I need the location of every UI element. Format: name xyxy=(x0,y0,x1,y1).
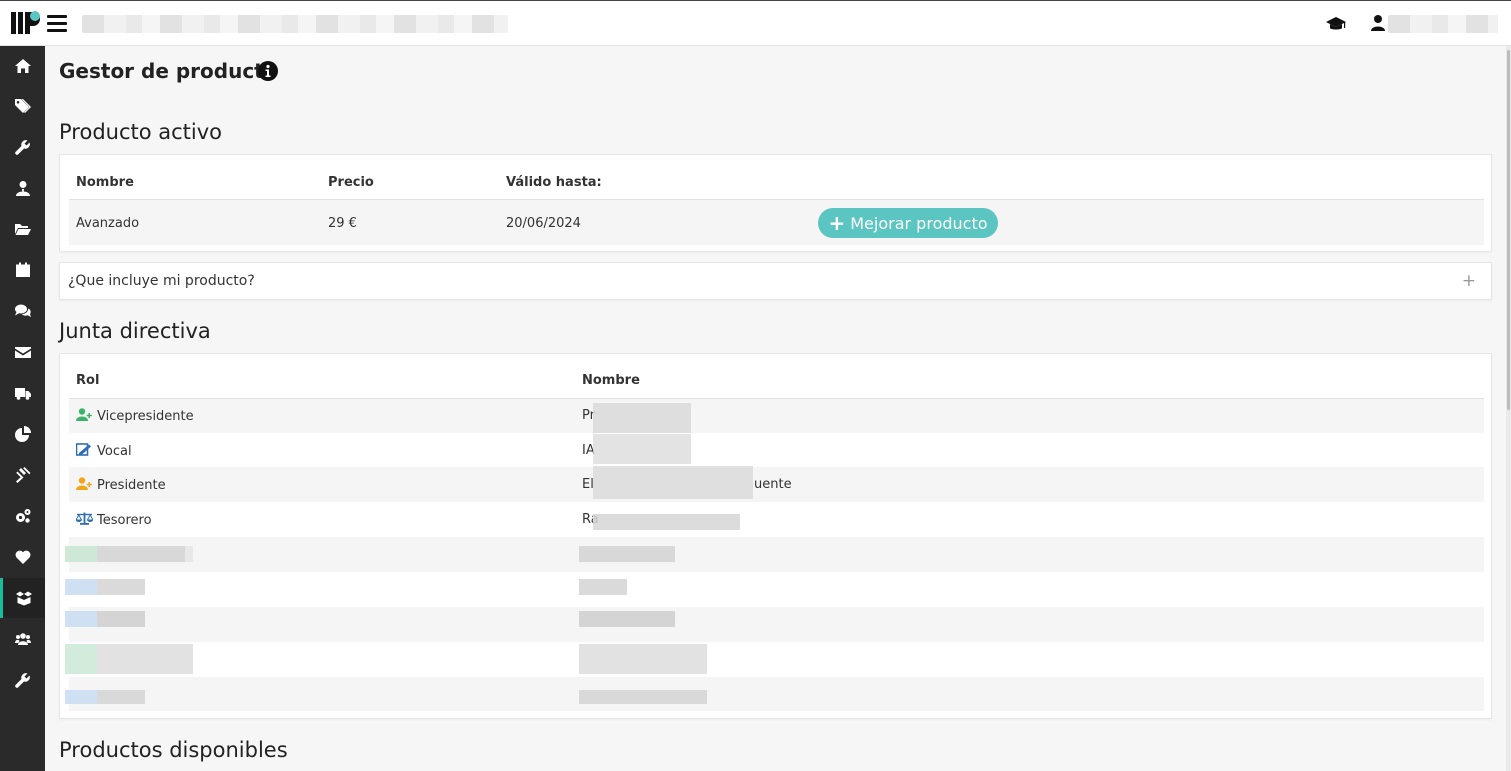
sidebar-item-mail[interactable] xyxy=(0,332,45,372)
upgrade-product-button[interactable]: + Mejorar producto xyxy=(818,208,998,238)
redacted-name xyxy=(593,403,691,433)
envelope-icon xyxy=(14,347,31,358)
sidebar-item-statistics[interactable] xyxy=(0,414,45,454)
user-plus-icon xyxy=(76,408,92,421)
member-name-suffix: uente xyxy=(754,477,792,492)
redacted-name xyxy=(593,434,691,464)
scrollbar-thumb[interactable] xyxy=(1507,50,1510,410)
sidebar-item-maintenance[interactable] xyxy=(0,660,45,700)
product-price: 29 € xyxy=(328,216,357,231)
box-open-icon xyxy=(16,591,32,606)
pie-chart-icon xyxy=(14,426,31,442)
page-title: Gestor de producto xyxy=(59,59,278,83)
sidebar xyxy=(0,46,45,771)
table-row xyxy=(69,502,1484,537)
column-header-precio: Precio xyxy=(328,175,374,190)
role-cell: Tesorero xyxy=(76,512,152,528)
section-title-available-products: Productos disponibles xyxy=(59,738,288,762)
expand-plus-icon[interactable]: + xyxy=(1462,271,1476,291)
table-row xyxy=(69,642,1484,677)
table-row xyxy=(69,199,1484,245)
user-tie-icon xyxy=(15,181,30,196)
table-row xyxy=(69,677,1484,711)
column-header-nombre: Nombre xyxy=(76,175,134,190)
sidebar-item-tools[interactable] xyxy=(0,127,45,167)
user-name-redacted[interactable] xyxy=(1388,15,1498,33)
signature-icon xyxy=(76,443,91,456)
sidebar-item-legal[interactable] xyxy=(0,455,45,495)
role-label: Vocal xyxy=(97,444,132,459)
redacted-name xyxy=(593,466,753,499)
sidebar-item-tags[interactable] xyxy=(0,86,45,126)
sidebar-item-products[interactable] xyxy=(0,578,45,618)
redacted-role xyxy=(65,644,193,674)
role-cell: Vicepresidente xyxy=(76,408,194,424)
graduation-cap-icon[interactable] xyxy=(1326,16,1346,32)
wrench-icon xyxy=(14,140,30,155)
top-header xyxy=(0,0,1511,46)
info-icon[interactable] xyxy=(258,61,278,81)
section-title-active-product: Producto activo xyxy=(59,120,223,144)
home-icon xyxy=(14,59,31,73)
product-valid-until: 20/06/2024 xyxy=(506,216,581,231)
comments-icon xyxy=(14,304,31,317)
truck-icon xyxy=(14,388,31,400)
sidebar-item-calendar[interactable] xyxy=(0,250,45,290)
product-includes-accordion[interactable]: ¿Que incluye mi producto? + xyxy=(59,262,1492,300)
redacted-name xyxy=(593,514,740,530)
section-title-board: Junta directiva xyxy=(59,319,211,343)
accordion-label: ¿Que incluye mi producto? xyxy=(68,273,255,289)
role-cell: Vocal xyxy=(76,443,132,459)
role-label: Presidente xyxy=(97,478,166,493)
calendar-icon xyxy=(15,262,30,277)
sidebar-item-donations[interactable] xyxy=(0,537,45,577)
board-card: Rol Nombre Vicepresidente Pr Vocal IA Pr… xyxy=(59,353,1492,719)
users-icon xyxy=(14,633,31,645)
org-name-redacted xyxy=(82,15,508,33)
redacted-name xyxy=(579,611,675,627)
sidebar-item-members[interactable] xyxy=(0,168,45,208)
hamburger-menu-icon[interactable] xyxy=(47,15,67,32)
column-header-valido: Válido hasta: xyxy=(506,175,602,190)
role-label: Tesorero xyxy=(97,513,152,528)
column-header-nombre-board: Nombre xyxy=(582,373,640,388)
sidebar-item-documents[interactable] xyxy=(0,209,45,249)
user-icon[interactable] xyxy=(1371,14,1385,32)
table-row xyxy=(69,607,1484,642)
table-row xyxy=(69,398,1484,433)
table-row xyxy=(69,537,1484,572)
plus-icon: + xyxy=(828,211,846,235)
sidebar-item-home[interactable] xyxy=(0,46,45,86)
balance-scale-icon xyxy=(76,512,93,525)
gavel-icon xyxy=(15,467,30,483)
redacted-role xyxy=(65,546,193,562)
redacted-name xyxy=(579,690,707,704)
cogs-icon xyxy=(15,509,30,523)
sidebar-item-shipping[interactable] xyxy=(0,373,45,413)
heart-icon xyxy=(15,550,30,564)
redacted-role xyxy=(65,690,145,704)
sidebar-item-users[interactable] xyxy=(0,619,45,659)
product-name: Avanzado xyxy=(76,216,140,231)
sidebar-item-settings[interactable] xyxy=(0,496,45,536)
redacted-name xyxy=(579,644,707,674)
redacted-role xyxy=(65,611,145,627)
sidebar-item-forum[interactable] xyxy=(0,291,45,331)
tags-icon xyxy=(14,99,31,113)
role-label: Vicepresidente xyxy=(97,409,194,424)
user-plus-icon xyxy=(76,477,92,490)
redacted-role xyxy=(65,579,145,595)
folder-open-icon xyxy=(14,224,31,235)
table-row xyxy=(69,572,1484,607)
redacted-name xyxy=(579,546,675,562)
wrench-icon xyxy=(14,673,30,688)
active-product-card: Nombre Precio Válido hasta: Avanzado 29 … xyxy=(59,154,1492,252)
upgrade-product-label: Mejorar producto xyxy=(850,213,988,233)
table-row xyxy=(69,433,1484,467)
column-header-rol: Rol xyxy=(76,373,100,388)
role-cell: Presidente xyxy=(76,477,166,493)
redacted-name xyxy=(579,579,627,595)
app-logo[interactable] xyxy=(10,9,44,35)
